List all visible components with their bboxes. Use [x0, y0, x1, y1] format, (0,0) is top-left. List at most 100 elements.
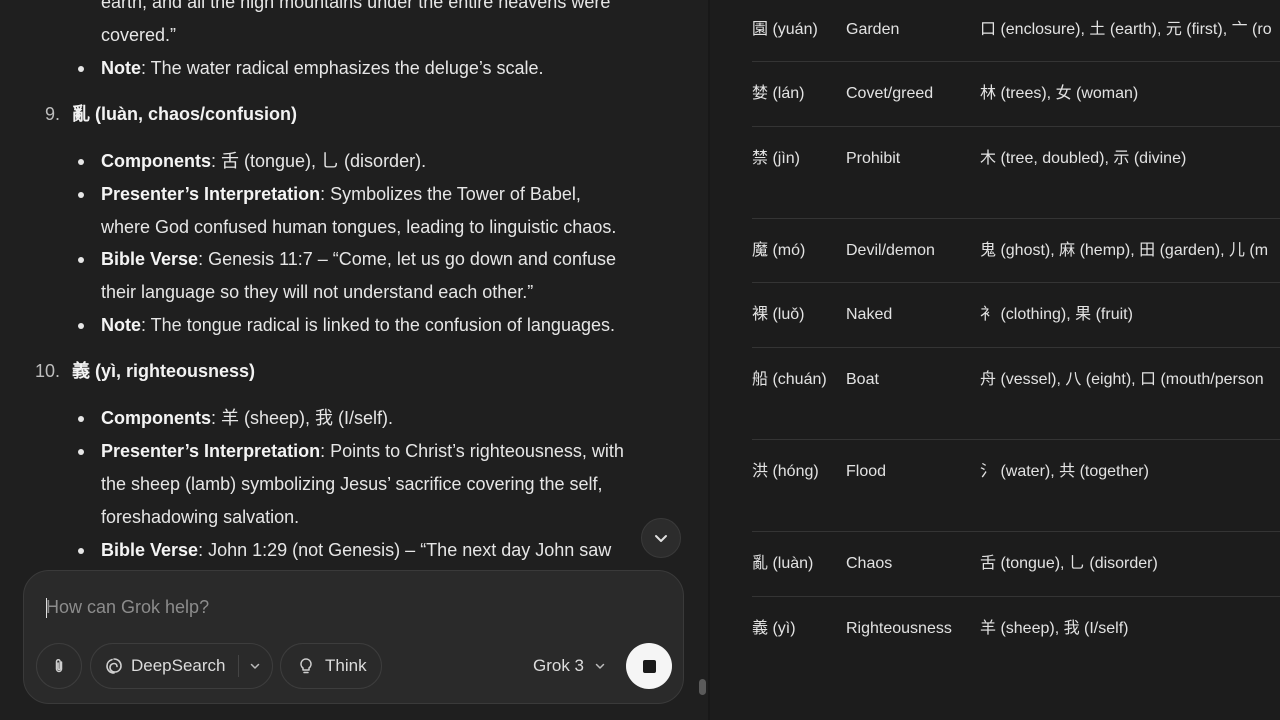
bullet-icon	[78, 66, 84, 72]
message-line: their language so they will not understa…	[101, 276, 533, 309]
line-text: : 羊 (sheep), 我 (I/self).	[211, 408, 394, 428]
table-row: 亂 (luàn) Chaos 舌 (tongue), 乚 (disorder)	[752, 532, 1280, 597]
message-line: Note: The tongue radical is linked to th…	[101, 309, 615, 342]
bullet-label: Components	[101, 408, 211, 428]
cell-meaning: Garden	[846, 21, 900, 38]
cell-meaning: Devil/demon	[846, 242, 935, 259]
line-text: : The tongue radical is linked to the co…	[141, 315, 615, 335]
paperclip-icon	[55, 658, 63, 673]
deepsearch-group: DeepSearch	[90, 643, 273, 689]
line-text: where God confused human tongues, leadin…	[101, 217, 617, 237]
cell-components: 口 (enclosure), 土 (earth), 元 (first), 亠 (…	[980, 21, 1272, 38]
bullet-label: Note	[101, 58, 141, 78]
message-line: where God confused human tongues, leadin…	[101, 211, 616, 244]
cell-meaning: Chaos	[846, 555, 893, 572]
think-label: Think	[325, 656, 367, 675]
message-line: Note: The water radical emphasizes the d…	[101, 52, 544, 85]
list-number: 10.	[34, 361, 60, 381]
composer: DeepSearch Think Grok 3	[23, 570, 684, 704]
chevron-down-icon	[595, 663, 605, 669]
cell-components: 衤 (clothing), 果 (fruit)	[980, 306, 1133, 323]
cell-character: 魔 (mó)	[752, 242, 806, 259]
table-row: 船 (chuán) Boat 舟 (vessel), 八 (eight), 口 (m…	[752, 348, 1280, 440]
bullet-label: Bible Verse	[101, 540, 199, 560]
bullet-label: Note	[101, 315, 141, 335]
line-text: their language so they will not understa…	[101, 282, 534, 302]
bullet-icon	[78, 159, 84, 165]
bullet-icon	[78, 192, 84, 198]
cell-character: 洪 (hóng)	[752, 463, 819, 480]
cell-character: 裸 (luǒ)	[752, 306, 805, 323]
cell-character: 婪 (lán)	[752, 85, 805, 102]
bullet-icon	[78, 548, 84, 554]
cell-character: 船 (chuán)	[752, 371, 827, 388]
deepsearch-button[interactable]: DeepSearch	[91, 644, 238, 688]
message-line: Components: 舌 (tongue), 乚 (disorder).	[101, 145, 426, 178]
deepsearch-icon	[106, 658, 122, 674]
table-row: 禁 (jìn) Prohibit 木 (tree, doubled), 示 (div…	[752, 127, 1280, 219]
prompt-input[interactable]	[46, 593, 646, 621]
cell-components: 舌 (tongue), 乚 (disorder)	[980, 555, 1158, 572]
cell-components: 羊 (sheep), 我 (I/self)	[980, 620, 1129, 637]
line-text: the sheep (lamb) symbolizing Jesus’ sacr…	[101, 474, 603, 494]
bullet-icon	[78, 323, 84, 329]
line-text: : John 1:29 (not Genesis) – “The next da…	[198, 540, 612, 560]
cell-character: 義 (yì)	[752, 620, 796, 637]
message-line: Components: 羊 (sheep), 我 (I/self).	[101, 402, 393, 435]
cell-meaning: Covet/greed	[846, 85, 934, 102]
bullet-icon	[78, 416, 84, 422]
attach-button[interactable]	[36, 643, 82, 689]
think-button[interactable]: Think	[280, 643, 382, 689]
bullet-label: Components	[101, 151, 211, 171]
message-line: earth, and all the high mountains under …	[101, 0, 610, 19]
cell-meaning: Boat	[846, 371, 879, 388]
line-text: : The water radical emphasizes the delug…	[141, 58, 544, 78]
cell-components: 鬼 (ghost), 麻 (hemp), 田 (garden), 儿 (m	[980, 242, 1269, 259]
message-line: the sheep (lamb) symbolizing Jesus’ sacr…	[101, 468, 603, 501]
bullet-icon	[78, 257, 84, 263]
line-text: : Genesis 11:7 – “Come, let us go down a…	[198, 249, 616, 269]
table-row: 園 (yuán) Garden 口 (enclosure), 土 (earth), …	[752, 0, 1280, 62]
line-text: earth, and all the high mountains under …	[101, 0, 611, 12]
table-row: 裸 (luǒ) Naked 衤 (clothing), 果 (fruit)	[752, 283, 1280, 348]
table-row: 義 (yì) Righteousness 羊 (sheep), 我 (I/self)	[752, 597, 1280, 662]
cell-meaning: Naked	[846, 306, 893, 323]
message-line: Bible Verse: John 1:29 (not Genesis) – “…	[101, 534, 611, 567]
deepsearch-label: DeepSearch	[131, 656, 226, 675]
line-text: : 舌 (tongue), 乚 (disorder).	[211, 151, 427, 171]
cell-components: 舟 (vessel), 八 (eight), 口 (mouth/person	[980, 371, 1264, 388]
bullet-label: Presenter’s Interpretation	[101, 184, 321, 204]
table-row: 洪 (hóng) Flood 氵 (water), 共 (together)	[752, 440, 1280, 532]
model-select[interactable]: Grok 3	[533, 655, 606, 677]
line-text: covered.”	[101, 25, 177, 45]
message-line: Presenter’s Interpretation: Points to Ch…	[101, 435, 624, 468]
chat-pane: earth, and all the high mountains under …	[0, 0, 708, 720]
cell-character: 亂 (luàn)	[752, 555, 814, 572]
bullet-icon	[78, 449, 84, 455]
scrollbar-thumb[interactable]	[699, 679, 706, 695]
cell-character: 禁 (jìn)	[752, 150, 801, 167]
cell-meaning: Flood	[846, 463, 887, 480]
lightbulb-icon	[300, 658, 312, 674]
deepsearch-options-button[interactable]	[239, 644, 271, 688]
message-line: covered.”	[101, 19, 176, 52]
bullet-label: Presenter’s Interpretation	[101, 441, 321, 461]
message-line: foreshadowing salvation.	[101, 501, 299, 534]
line-text: : Points to Christ’s righteousness, with	[320, 441, 624, 461]
message-line: Bible Verse: Genesis 11:7 – “Come, let u…	[101, 243, 616, 276]
line-text: foreshadowing salvation.	[101, 507, 300, 527]
model-label: Grok 3	[533, 656, 585, 675]
cell-character: 園 (yuán)	[752, 21, 818, 38]
list-heading: 亂 (luàn, chaos/confusion)	[72, 104, 298, 124]
characters-table: 園 (yuán) Garden 口 (enclosure), 土 (earth), …	[710, 0, 1280, 720]
scroll-down-button[interactable]	[641, 518, 681, 558]
cell-components: 林 (trees), 女 (woman)	[980, 85, 1139, 102]
table-row: 魔 (mó) Devil/demon 鬼 (ghost), 麻 (hemp), 田 …	[752, 219, 1280, 283]
cell-meaning: Prohibit	[846, 150, 901, 167]
stop-icon	[642, 659, 656, 673]
cell-meaning: Righteousness	[846, 620, 952, 637]
stop-button[interactable]	[626, 643, 672, 689]
table-row: 婪 (lán) Covet/greed 林 (trees), 女 (woman)	[752, 62, 1280, 127]
chevron-down-icon	[655, 535, 667, 542]
chevron-down-icon	[250, 663, 259, 669]
